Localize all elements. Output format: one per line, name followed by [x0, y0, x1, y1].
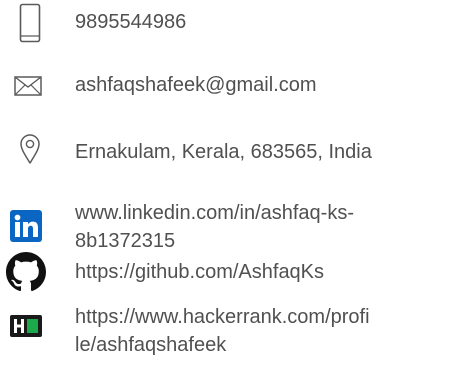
- map-pin-icon: [20, 134, 40, 164]
- github-link[interactable]: https://github.com/AshfaqKs: [75, 258, 324, 286]
- email-row: ashfaqshafeek@gmail.com: [0, 60, 469, 110]
- hackerrank-link-line-2: le/ashfaqshafeek: [75, 334, 227, 356]
- location-text: Ernakulam, Kerala, 683565, India: [75, 141, 372, 163]
- linkedin-link-line-1: www.linkedin.com/in/ashfaq-ks-: [75, 202, 354, 224]
- hackerrank-link[interactable]: https://www.hackerrank.com/profi le/ashf…: [75, 303, 467, 359]
- contact-list: 9895544986 ashfaqshafeek@gmail.com Ernak…: [0, 0, 469, 369]
- github-row: https://github.com/AshfaqKs: [0, 250, 469, 300]
- linkedin-link[interactable]: www.linkedin.com/in/ashfaq-ks- 8b1372315: [75, 199, 467, 255]
- email-link[interactable]: ashfaqshafeek@gmail.com: [75, 71, 317, 99]
- hackerrank-row: https://www.hackerrank.com/profi le/ashf…: [0, 300, 469, 369]
- phone-row: 9895544986: [0, 0, 469, 50]
- github-icon[interactable]: [6, 252, 46, 292]
- hackerrank-icon[interactable]: [10, 315, 42, 337]
- phone-number: 9895544986: [75, 11, 187, 33]
- location-row: Ernakulam, Kerala, 683565, India: [0, 128, 469, 178]
- linkedin-row: www.linkedin.com/in/ashfaq-ks- 8b1372315: [0, 195, 469, 255]
- hackerrank-link-line-1: https://www.hackerrank.com/profi: [75, 306, 370, 328]
- envelope-icon: [14, 76, 42, 96]
- linkedin-icon[interactable]: [10, 210, 42, 242]
- mobile-phone-icon: [19, 3, 41, 43]
